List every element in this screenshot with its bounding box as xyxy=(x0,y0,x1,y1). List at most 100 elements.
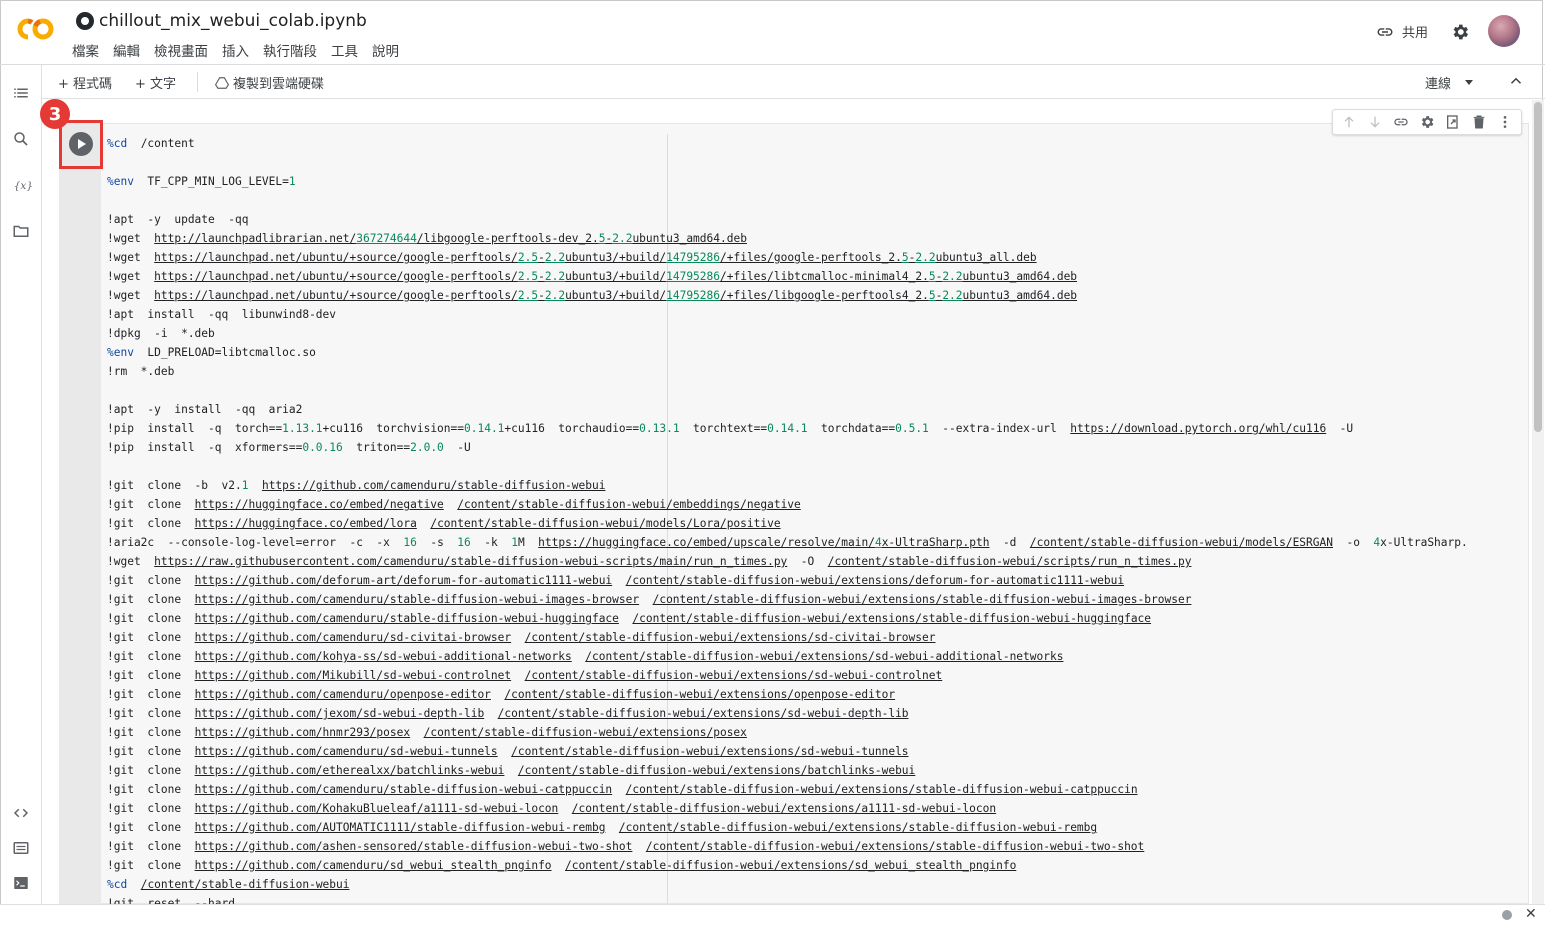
code-line: %cd /content xyxy=(107,134,1525,153)
share-button[interactable]: 共用 xyxy=(1376,22,1428,41)
code-token: https://launchpad.net/ubuntu/+source/goo… xyxy=(154,270,518,283)
command-palette-icon[interactable] xyxy=(12,839,30,857)
code-token: 14795286 xyxy=(666,289,720,302)
folder-icon[interactable] xyxy=(12,222,30,240)
code-token: -o xyxy=(1333,536,1374,549)
code-token: !git clone xyxy=(107,574,195,587)
menu-insert[interactable]: 插入 xyxy=(222,40,249,60)
code-line: !wget https://launchpad.net/ubuntu/+sour… xyxy=(107,267,1525,286)
code-token: 2.2 xyxy=(544,289,566,302)
code-token: /libgoogle-perftools-dev_2. xyxy=(416,232,599,245)
add-code-button[interactable]: + 程式碼 xyxy=(58,73,112,92)
code-line: !git clone https://huggingface.co/embed/… xyxy=(107,495,1525,514)
menu-file[interactable]: 檔案 xyxy=(72,40,99,60)
code-token: 2.2 xyxy=(544,270,566,283)
code-token: https://github.com/camenduru/openpose-ed… xyxy=(194,688,491,701)
code-token: !git clone xyxy=(107,764,195,777)
code-token: https://github.com/ashen-sensored/stable… xyxy=(194,840,633,853)
chevron-up-icon[interactable] xyxy=(1507,72,1525,90)
menu-edit[interactable]: 編輯 xyxy=(113,40,140,60)
code-token: 14795286 xyxy=(666,270,720,283)
notebook-title[interactable]: chillout_mix_webui_colab.ipynb xyxy=(99,11,367,31)
code-token: TF_CPP_MIN_LOG_LEVEL= xyxy=(133,175,289,188)
menu-view[interactable]: 檢視畫面 xyxy=(154,40,208,60)
code-token: !pip install -q torch== xyxy=(107,422,283,435)
code-line: !git clone https://github.com/camenduru/… xyxy=(107,780,1525,799)
code-token: 1.13.1 xyxy=(282,422,323,435)
code-token: LD_PRELOAD=libtcmalloc.so xyxy=(133,346,316,359)
code-token: !pip install -q xformers== xyxy=(107,441,303,454)
colab-logo-icon[interactable] xyxy=(14,14,58,44)
code-token: 16 xyxy=(403,536,417,549)
code-line: !git clone -b v2.1 https://github.com/ca… xyxy=(107,476,1525,495)
code-token: https://github.com/camenduru/sd-webui-tu… xyxy=(194,745,498,758)
code-editor[interactable]: %cd /content %env TF_CPP_MIN_LOG_LEVEL=1… xyxy=(107,134,1525,904)
link-icon[interactable] xyxy=(1393,114,1409,130)
code-token: /content/stable-diffusion-webui/models/L… xyxy=(430,517,781,530)
code-token: 2.0.0 xyxy=(410,441,444,454)
toc-icon[interactable] xyxy=(12,84,30,102)
code-token: -k xyxy=(470,536,512,549)
terminal-icon[interactable] xyxy=(12,874,30,892)
step-badge: 3 xyxy=(40,99,70,129)
add-text-button[interactable]: + 文字 xyxy=(135,73,176,92)
code-line: !apt -y install -qq aria2 xyxy=(107,400,1525,419)
code-token: !aria2c --console-log-level=error -c -x xyxy=(107,536,404,549)
code-token: https://github.com/camenduru/stable-diff… xyxy=(261,479,606,492)
code-line: !git clone https://github.com/kohya-ss/s… xyxy=(107,647,1525,666)
code-token: 5 xyxy=(928,289,936,302)
more-vert-icon[interactable] xyxy=(1497,114,1513,130)
code-token: triton== xyxy=(342,441,411,454)
code-token: torchtext== xyxy=(679,422,768,435)
menu-runtime[interactable]: 執行階段 xyxy=(263,40,317,60)
code-token: --extra-index-url xyxy=(928,422,1071,435)
code-snippets-icon[interactable] xyxy=(12,804,30,822)
arrow-down-icon[interactable] xyxy=(1367,114,1383,130)
code-token: 0.14.1 xyxy=(464,422,505,435)
copy-to-drive-button[interactable]: 複製到雲端硬碟 xyxy=(215,73,324,92)
search-icon[interactable] xyxy=(12,130,30,148)
code-line: %env TF_CPP_MIN_LOG_LEVEL=1 xyxy=(107,172,1525,191)
code-token: /content xyxy=(127,137,195,150)
code-token: !git clone xyxy=(107,612,195,625)
code-token: https://github.com/Mikubill/sd-webui-con… xyxy=(194,669,512,682)
arrow-up-icon[interactable] xyxy=(1341,114,1357,130)
code-token: !git clone xyxy=(107,783,195,796)
code-token: %env xyxy=(107,346,134,359)
code-token: /content/stable-diffusion-webui/extensio… xyxy=(524,631,936,644)
avatar[interactable] xyxy=(1488,15,1520,47)
code-token: 2.5 xyxy=(517,251,539,264)
connect-button[interactable]: 連線 xyxy=(1425,73,1474,92)
code-line: !git clone https://github.com/AUTOMATIC1… xyxy=(107,818,1525,837)
mirror-cell-icon[interactable] xyxy=(1445,114,1461,130)
code-token: https://github.com/kohya-ss/sd-webui-add… xyxy=(194,650,572,663)
menu-tools[interactable]: 工具 xyxy=(331,40,358,60)
chevron-down-icon[interactable] xyxy=(1465,80,1474,85)
code-token: /content/stable-diffusion-webui/extensio… xyxy=(423,726,747,739)
code-token: -d xyxy=(989,536,1030,549)
gear-icon[interactable] xyxy=(1450,22,1470,42)
delete-icon[interactable] xyxy=(1471,114,1487,130)
code-token: !git reset --hard xyxy=(107,897,235,904)
code-token: -s xyxy=(416,536,458,549)
menu-help[interactable]: 說明 xyxy=(372,40,399,60)
variables-icon[interactable]: {x} xyxy=(12,176,32,194)
code-token: !git clone xyxy=(107,707,195,720)
code-token: ubuntu3/+build/ xyxy=(565,289,667,302)
scrollbar-thumb[interactable] xyxy=(1534,102,1542,432)
code-token: M xyxy=(517,536,539,549)
gear-icon[interactable] xyxy=(1419,114,1435,130)
close-icon[interactable]: ✕ xyxy=(1525,906,1537,922)
code-token: - xyxy=(538,251,545,264)
code-token: /content/stable-diffusion-webui/embeddin… xyxy=(457,498,801,511)
code-line: !apt -y update -qq xyxy=(107,210,1525,229)
